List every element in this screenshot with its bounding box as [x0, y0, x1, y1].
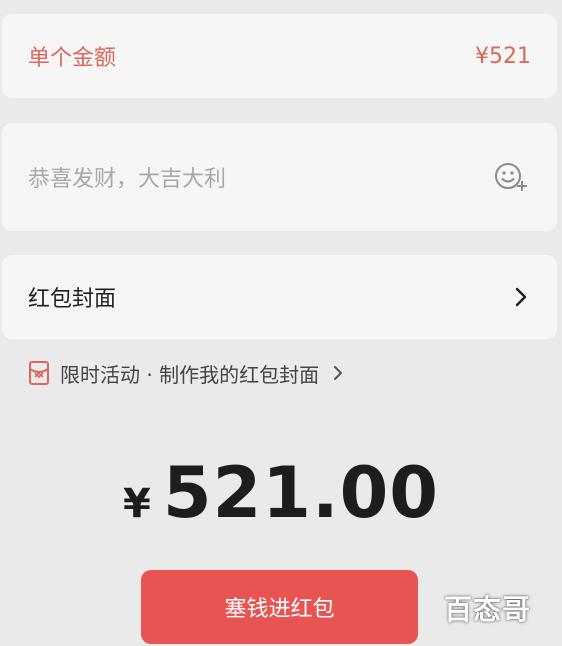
red-packet-screen: 单个金额 ¥521 恭喜发财，大吉大利 红包封面 限时活动 · 制作我的红包封面… [0, 0, 562, 646]
amount-row[interactable]: 单个金额 ¥521 [2, 14, 557, 98]
total-value: 521.00 [162, 452, 439, 534]
cover-label: 红包封面 [28, 287, 117, 312]
amount-value[interactable]: ¥521 [475, 44, 531, 69]
total-currency: ¥ [123, 481, 151, 527]
cover-row[interactable]: 红包封面 [2, 255, 557, 339]
promo-link[interactable]: 限时活动 · 制作我的红包封面 [28, 356, 345, 390]
emoji-add-icon[interactable] [493, 159, 529, 195]
red-packet-icon [28, 360, 50, 386]
greeting-field[interactable]: 恭喜发财，大吉大利 [2, 123, 557, 231]
watermark-text: 百态哥 [444, 593, 532, 626]
total-amount: ¥ 521.00 [0, 452, 562, 536]
chevron-right-small-icon [331, 364, 345, 382]
put-money-button[interactable]: 塞钱进红包 [141, 570, 418, 644]
promo-text: 限时活动 · 制作我的红包封面 [60, 362, 320, 387]
greeting-input[interactable]: 恭喜发财，大吉大利 [28, 161, 226, 193]
chevron-right-icon [511, 285, 531, 309]
amount-label: 单个金额 [28, 46, 117, 71]
